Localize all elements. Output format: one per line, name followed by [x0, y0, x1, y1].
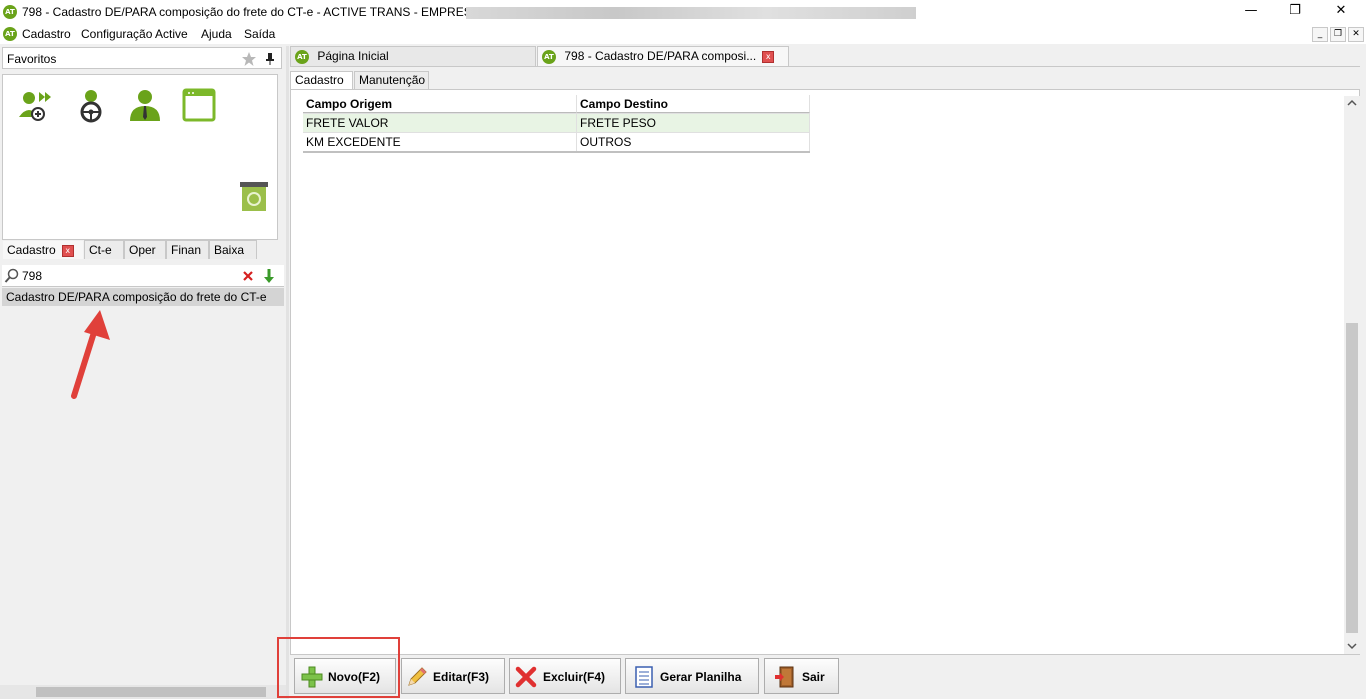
search-input[interactable]: 798 [22, 269, 232, 283]
content-panel [290, 89, 1360, 655]
scrollbar-thumb[interactable] [1346, 323, 1358, 633]
user-add-icon[interactable] [17, 87, 53, 123]
scroll-up-icon[interactable] [1347, 99, 1357, 107]
scrollbar-thumb[interactable] [36, 687, 266, 697]
mdi-restore-button[interactable]: ❐ [1330, 27, 1346, 42]
panel-splitter[interactable] [286, 46, 289, 699]
cell-campo-origem[interactable]: KM EXCEDENTE [303, 133, 577, 151]
left-panel-tabs: Cadastro x Ct-e Oper Finan Baixa [2, 240, 282, 260]
search-icon [4, 268, 19, 283]
scroll-down-icon[interactable] [1347, 642, 1357, 650]
menu-saida[interactable]: Saída [244, 27, 275, 41]
window-close-button[interactable]: ✕ [1318, 0, 1364, 24]
gerar-planilha-button-label: Gerar Planilha [660, 670, 742, 684]
tab-close-icon[interactable]: x [61, 244, 74, 257]
tab-finan[interactable]: Finan [166, 240, 209, 259]
favorites-header: Favoritos [2, 47, 282, 69]
inner-tab-manutencao-label: Manutenção [359, 73, 426, 87]
spreadsheet-icon [635, 666, 653, 688]
window-title: 798 - Cadastro DE/PARA composição do fre… [22, 5, 495, 19]
menu-bar: AT Cadastro Configuração Active Ajuda Sa… [0, 24, 1366, 44]
content-vertical-scrollbar[interactable] [1344, 96, 1360, 654]
column-header-campo-destino[interactable]: Campo Destino [577, 95, 810, 113]
sair-button[interactable]: Sair [764, 658, 839, 694]
tab-finan-label: Finan [171, 243, 202, 257]
go-down-icon[interactable] [262, 268, 276, 284]
recycle-bin-icon[interactable] [237, 179, 271, 213]
editar-button-label: Editar(F3) [433, 670, 490, 684]
tab-cte-label: Ct-e [89, 243, 112, 257]
tab-cte[interactable]: Ct-e [84, 240, 124, 259]
editar-button[interactable]: Editar(F3) [401, 658, 505, 694]
cell-campo-destino[interactable]: OUTROS [577, 133, 810, 151]
window-maximize-button[interactable]: ❐ [1272, 0, 1318, 24]
pencil-icon [408, 667, 427, 686]
menu-cadastro[interactable]: Cadastro [22, 27, 71, 41]
cell-campo-origem[interactable]: FRETE VALOR [303, 114, 577, 132]
redacted-company-name [466, 7, 916, 19]
window-minimize-button[interactable]: — [1228, 0, 1274, 24]
tab-logo-icon: AT [542, 49, 556, 64]
search-result-item[interactable]: Cadastro DE/PARA composição do frete do … [2, 288, 284, 306]
tab-baixa[interactable]: Baixa [209, 240, 257, 259]
menu-configuracao-active[interactable]: Configuração Active [81, 27, 188, 41]
menu-ajuda[interactable]: Ajuda [201, 27, 232, 41]
tab-oper[interactable]: Oper [124, 240, 166, 259]
inner-tab-manutencao[interactable]: Manutenção [354, 71, 429, 89]
favorites-area [2, 74, 278, 240]
pin-icon[interactable] [264, 52, 276, 66]
depara-grid: Campo Origem Campo Destino FRETE VALOR F… [303, 95, 810, 153]
inner-tab-cadastro-label: Cadastro [295, 73, 344, 87]
cell-campo-destino[interactable]: FRETE PESO [577, 114, 810, 132]
doc-tab-pagina-inicial-label: Página Inicial [317, 49, 389, 63]
tab-baixa-label: Baixa [214, 243, 245, 257]
left-panel-horizontal-scrollbar[interactable] [0, 685, 286, 699]
mdi-close-button[interactable]: ✕ [1348, 27, 1364, 42]
favorites-label: Favoritos [7, 52, 57, 66]
star-icon[interactable] [241, 51, 257, 67]
user-suit-icon[interactable] [127, 87, 163, 123]
table-row[interactable]: KM EXCEDENTE OUTROS [303, 133, 810, 153]
exit-door-icon [775, 666, 794, 688]
doc-tab-pagina-inicial[interactable]: AT Página Inicial [290, 46, 536, 66]
sair-button-label: Sair [802, 670, 825, 684]
tab-cadastro[interactable]: Cadastro x [2, 240, 84, 259]
tab-oper-label: Oper [129, 243, 156, 257]
clear-search-icon[interactable] [242, 270, 254, 282]
row-indicator-column [291, 113, 303, 149]
menu-logo-icon: AT [3, 27, 17, 41]
excluir-button-label: Excluir(F4) [543, 670, 606, 684]
table-row[interactable]: FRETE VALOR FRETE PESO [303, 114, 810, 133]
menu-search-bar: 798 [2, 265, 284, 287]
app-logo-icon: AT [3, 5, 17, 19]
excluir-button[interactable]: Excluir(F4) [509, 658, 621, 694]
title-bar: AT 798 - Cadastro DE/PARA composição do … [0, 0, 1366, 24]
column-header-campo-origem[interactable]: Campo Origem [303, 95, 577, 113]
window-icon[interactable] [181, 87, 217, 123]
driver-wheel-icon[interactable] [73, 87, 109, 123]
annotation-arrow-icon [71, 310, 110, 399]
inner-tab-cadastro[interactable]: Cadastro [290, 71, 353, 89]
annotation-highlight-box [277, 637, 400, 698]
tab-cadastro-label: Cadastro [7, 243, 56, 257]
delete-x-icon [515, 666, 537, 688]
doc-tabs-divider [290, 66, 1360, 67]
tab-logo-icon: AT [295, 49, 309, 64]
grid-header-row: Campo Origem Campo Destino [303, 95, 810, 114]
doc-tab-close-icon[interactable]: x [762, 50, 775, 63]
doc-tab-cadastro-depara[interactable]: AT 798 - Cadastro DE/PARA composi... x [537, 46, 789, 66]
gerar-planilha-button[interactable]: Gerar Planilha [625, 658, 759, 694]
search-result-label: Cadastro DE/PARA composição do frete do … [6, 290, 267, 304]
mdi-minimize-button[interactable]: _ [1312, 27, 1328, 42]
doc-tab-cadastro-depara-label: 798 - Cadastro DE/PARA composi... [564, 49, 757, 63]
